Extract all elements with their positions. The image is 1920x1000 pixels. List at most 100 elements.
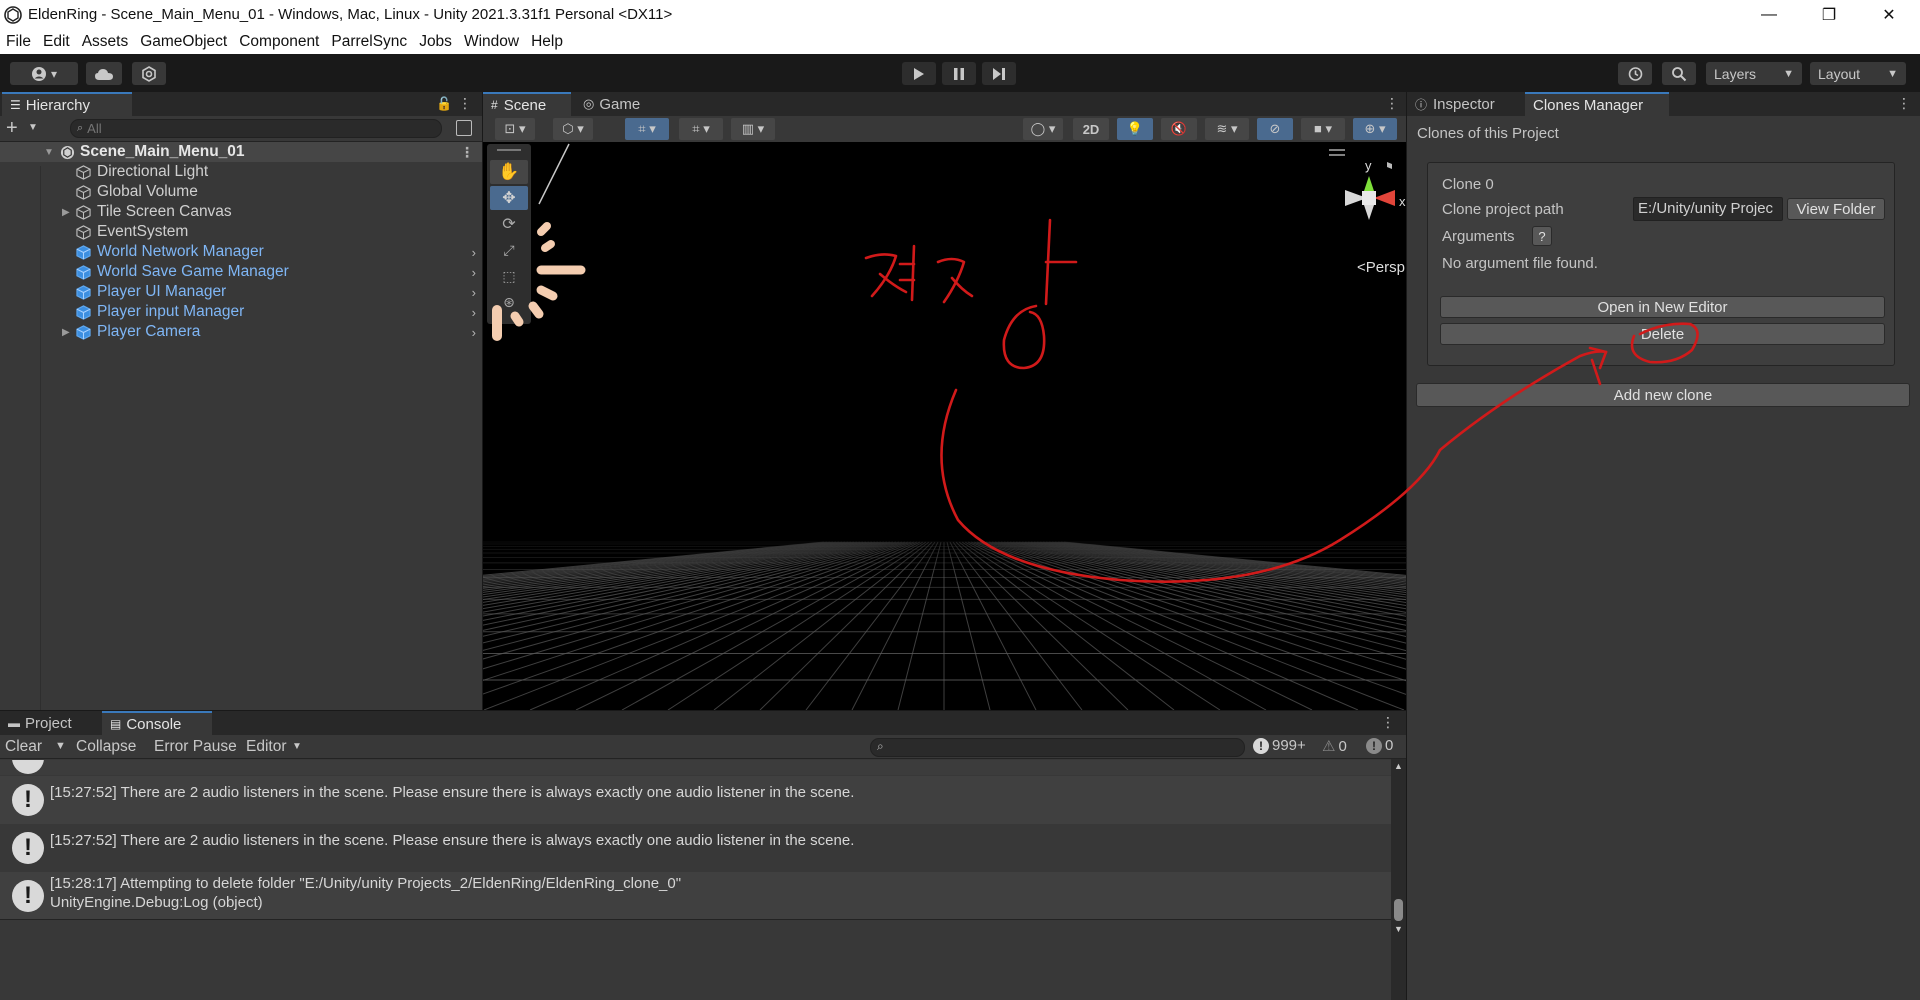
search-button[interactable] — [1662, 62, 1696, 85]
delete-clone-button[interactable]: Delete — [1440, 323, 1885, 345]
more-options-icon[interactable]: ⋮ — [1381, 714, 1395, 731]
panel-divider[interactable] — [482, 92, 483, 710]
restore-button[interactable]: ❐ — [1800, 0, 1858, 29]
console-row[interactable]: ! [15:27:52] There are 2 audio listeners… — [0, 776, 1391, 824]
add-icon[interactable]: + — [6, 117, 18, 140]
menu-parrelsync[interactable]: ParrelSync — [325, 33, 413, 51]
menu-assets[interactable]: Assets — [76, 33, 135, 51]
shading-button[interactable]: ⬡ ▾ — [553, 118, 593, 140]
scene-visibility-icon[interactable] — [456, 120, 472, 136]
chevron-right-icon[interactable]: › — [472, 325, 476, 340]
lock-icon[interactable]: 🔓 — [436, 96, 452, 112]
persp-label[interactable]: <Persp — [1357, 259, 1405, 276]
error-pause-button[interactable]: Error Pause — [154, 738, 237, 756]
console-scrollbar[interactable]: ▲ ▼ — [1391, 759, 1406, 1000]
open-in-new-editor-button[interactable]: Open in New Editor — [1440, 296, 1885, 318]
menu-help[interactable]: Help — [525, 33, 569, 51]
more-options-icon[interactable]: ⋮ — [460, 144, 474, 161]
more-options-icon[interactable]: ⋮ — [1897, 95, 1911, 112]
account-button[interactable]: ▾ — [10, 62, 78, 85]
panel-divider[interactable] — [1406, 92, 1407, 1000]
orientation-gizmo[interactable]: y x <Persp — [1279, 142, 1406, 276]
hierarchy-search-input[interactable]: ⌕ — [70, 119, 442, 138]
pause-button[interactable] — [942, 62, 976, 85]
layout-dropdown[interactable]: Layout ▼ — [1810, 62, 1906, 85]
view-folder-button[interactable]: View Folder — [1787, 198, 1885, 220]
panel-divider[interactable] — [0, 710, 1406, 711]
hierarchy-item[interactable]: Player input Manager › — [0, 302, 482, 322]
scrollbar-thumb[interactable] — [1394, 899, 1403, 921]
more-options-icon[interactable]: ⋮ — [1385, 95, 1399, 112]
orientation-button[interactable]: ◯ ▾ — [1023, 118, 1063, 140]
collab-button[interactable] — [132, 62, 166, 85]
menu-gameobject[interactable]: GameObject — [134, 33, 233, 51]
clone-path-field[interactable]: E:/Unity/unity Projec — [1633, 197, 1783, 221]
step-button[interactable] — [982, 62, 1016, 85]
menu-edit[interactable]: Edit — [37, 33, 76, 51]
grid-snap-button[interactable]: ⌗ ▾ — [625, 118, 669, 140]
hierarchy-search-field[interactable] — [87, 121, 408, 136]
console-search-input[interactable]: ⌕ — [870, 738, 1245, 757]
tab-hierarchy[interactable]: ☰ Hierarchy — [2, 92, 132, 116]
hierarchy-item[interactable]: EventSystem — [0, 222, 482, 242]
tab-project[interactable]: ▬ Project — [0, 711, 100, 735]
chevron-right-icon[interactable]: › — [472, 245, 476, 260]
tab-game[interactable]: ◎ Game — [575, 92, 665, 116]
more-options-icon[interactable]: ⋮ — [458, 95, 472, 112]
arguments-help-button[interactable]: ? — [1532, 226, 1552, 246]
collapse-button[interactable]: Collapse — [76, 738, 136, 756]
chevron-right-icon[interactable]: › — [472, 265, 476, 280]
hand-tool-button[interactable]: ✋ — [490, 160, 528, 184]
ruler-button[interactable]: ▥ ▾ — [731, 118, 775, 140]
palette-handle[interactable] — [497, 149, 521, 151]
hierarchy-item[interactable]: Directional Light — [0, 162, 482, 182]
menu-file[interactable]: File — [0, 33, 37, 51]
expand-arrow-icon[interactable]: ▶ — [62, 207, 70, 218]
increment-snap-button[interactable]: ⌗ ▾ — [679, 118, 723, 140]
clear-button[interactable]: Clear — [5, 738, 42, 756]
history-button[interactable] — [1618, 62, 1652, 85]
warning-count-toggle[interactable]: ⚠ 0 — [1322, 737, 1347, 756]
chevron-down-icon[interactable]: ▼ — [292, 741, 302, 752]
menu-window[interactable]: Window — [458, 33, 525, 51]
menu-jobs[interactable]: Jobs — [413, 33, 458, 51]
move-tool-button[interactable]: ✥ — [490, 186, 528, 210]
2d-toggle[interactable]: 2D — [1073, 118, 1109, 140]
expand-arrow-icon[interactable]: ▶ — [62, 327, 70, 338]
scroll-down-icon[interactable]: ▼ — [1394, 924, 1403, 934]
chevron-right-icon[interactable]: › — [472, 305, 476, 320]
hidden-objects-toggle[interactable]: ⊘ — [1257, 118, 1293, 140]
menu-component[interactable]: Component — [233, 33, 325, 51]
expand-arrow-icon[interactable]: ▼ — [44, 147, 54, 158]
camera-button[interactable]: ■ ▾ — [1301, 118, 1345, 140]
hierarchy-item[interactable]: ▶ Tile Screen Canvas — [0, 202, 482, 222]
info-count-toggle[interactable]: ! 999+ — [1253, 737, 1306, 754]
tab-clones-manager[interactable]: Clones Manager — [1525, 92, 1669, 116]
add-new-clone-button[interactable]: Add new clone — [1416, 383, 1910, 407]
scene-viewport[interactable]: ✋ ✥ ⟳ ⤢ ⬚ ⊛ y x <Persp — [483, 142, 1406, 710]
tab-scene[interactable]: # Scene — [483, 92, 571, 116]
error-count-toggle[interactable]: ! 0 — [1366, 737, 1393, 754]
tab-console[interactable]: ▤ Console — [102, 711, 212, 735]
play-button[interactable] — [902, 62, 936, 85]
audio-toggle[interactable]: 🔇 — [1161, 118, 1197, 140]
lighting-toggle[interactable]: 💡 — [1117, 118, 1153, 140]
chevron-down-icon[interactable]: ▼ — [28, 122, 38, 133]
close-button[interactable]: ✕ — [1860, 0, 1918, 29]
tab-inspector[interactable]: ⓘ Inspector — [1407, 92, 1525, 116]
hierarchy-item[interactable]: Global Volume — [0, 182, 482, 202]
hierarchy-item[interactable]: ▶ Player Camera › — [0, 322, 482, 342]
draw-mode-button[interactable]: ⊡ ▾ — [495, 118, 535, 140]
editor-dropdown[interactable]: Editor — [246, 738, 287, 756]
effects-button[interactable]: ≋ ▾ — [1205, 118, 1249, 140]
chevron-down-icon[interactable]: ▼ — [55, 740, 66, 752]
scene-row[interactable]: ▼ Scene_Main_Menu_01 ⋮ — [0, 142, 482, 162]
gizmos-button[interactable]: ⊕ ▾ — [1353, 118, 1397, 140]
cloud-button[interactable] — [86, 62, 122, 85]
console-row[interactable]: ! [15:28:17] Attempting to delete folder… — [0, 872, 1391, 920]
console-row-partial[interactable] — [0, 760, 1391, 775]
chevron-right-icon[interactable]: › — [472, 285, 476, 300]
console-row[interactable]: ! [15:27:52] There are 2 audio listeners… — [0, 824, 1391, 872]
layers-dropdown[interactable]: Layers ▼ — [1706, 62, 1802, 85]
hierarchy-item[interactable]: Player UI Manager › — [0, 282, 482, 302]
